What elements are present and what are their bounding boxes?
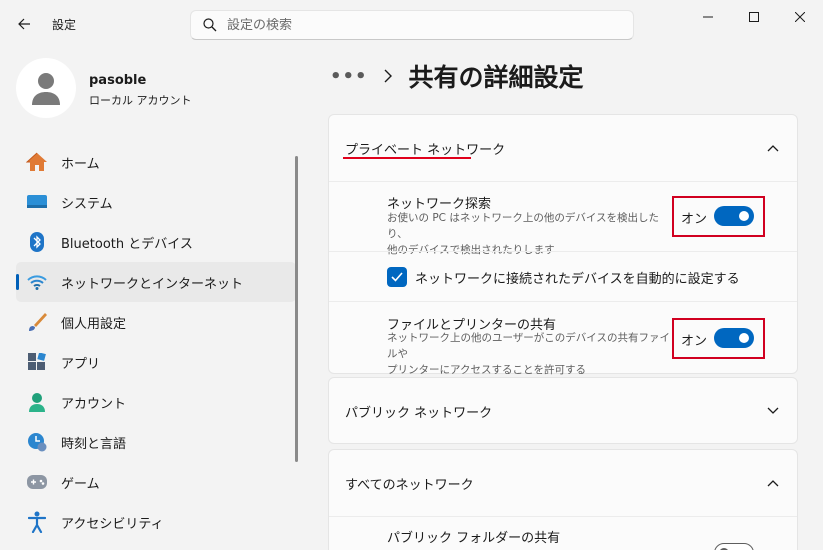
sidebar-item-label: システム [61, 196, 113, 212]
sidebar-item-accessibility[interactable]: アクセシビリティ [16, 502, 296, 542]
sidebar-item-label: アプリ [61, 356, 101, 372]
home-icon [26, 151, 48, 173]
page-title: 共有の詳細設定 [408, 63, 584, 92]
system-icon [26, 191, 48, 213]
brush-icon [26, 311, 48, 333]
toggle-knob [739, 211, 749, 221]
section-label: プライベート ネットワーク [345, 142, 506, 158]
breadcrumb-more-button[interactable]: ••• [330, 66, 368, 87]
network-icon [26, 271, 48, 293]
minimize-icon [703, 16, 713, 18]
close-icon [795, 12, 805, 22]
selection-indicator [16, 274, 19, 290]
sidebar-item-network[interactable]: ネットワークとインターネット [16, 262, 296, 302]
apps-icon [26, 351, 48, 373]
avatar [16, 58, 76, 118]
user-profile[interactable]: pasoble ローカル アカウント [16, 58, 286, 120]
auto-setup-label: ネットワークに接続されたデバイスを自動的に設定する [415, 272, 740, 287]
search-icon [203, 18, 217, 32]
sidebar-nav: ホーム システム Bluetooth とデバイス ネットワークとインターネット … [16, 142, 296, 542]
minimize-button[interactable] [685, 0, 731, 34]
sidebar-item-label: ホーム [61, 156, 100, 172]
maximize-icon [749, 12, 759, 22]
all-networks-header[interactable]: すべてのネットワーク [329, 450, 797, 516]
row-description-line: ネットワーク上の他のユーザーがこのデバイスの共有ファイルや [387, 332, 670, 360]
title-bar: 設定 [0, 0, 823, 48]
private-network-section: プライベート ネットワーク ネットワーク探索 お使いの PC はネットワーク上の… [328, 114, 798, 376]
toggle-knob [739, 333, 749, 343]
private-network-header[interactable]: プライベート ネットワーク [329, 115, 797, 181]
row-title: パブリック フォルダーの共有 [387, 531, 561, 546]
sidebar-item-label: アクセシビリティ [61, 516, 164, 532]
toggle-state-label: オン [681, 334, 708, 349]
chevron-up-icon [767, 479, 779, 487]
chevron-down-icon [767, 407, 779, 415]
game-icon [26, 471, 48, 493]
accessibility-icon [26, 511, 48, 533]
sidebar-item-personalization[interactable]: 個人用設定 [16, 302, 296, 342]
section-label: すべてのネットワーク [345, 477, 474, 493]
checkmark-icon [391, 272, 403, 282]
row-description-line: お使いの PC はネットワーク上の他のデバイスを検出したり、 [387, 212, 660, 240]
network-discovery-toggle[interactable] [714, 206, 754, 226]
public-folder-sharing-row: パブリック フォルダーの共有 [329, 516, 797, 550]
chevron-up-icon [767, 144, 779, 152]
network-discovery-row: ネットワーク探索 お使いの PC はネットワーク上の他のデバイスを検出したり、 … [329, 181, 797, 256]
back-arrow-icon [18, 18, 30, 30]
file-printer-sharing-toggle[interactable] [714, 328, 754, 348]
section-label: パブリック ネットワーク [345, 405, 493, 421]
back-button[interactable] [10, 10, 38, 38]
all-networks-section: すべてのネットワーク パブリック フォルダーの共有 [328, 449, 798, 550]
public-network-header[interactable]: パブリック ネットワーク [329, 378, 797, 444]
sidebar-item-time-language[interactable]: 時刻と言語 [16, 422, 296, 462]
close-button[interactable] [777, 0, 823, 34]
account-icon [26, 391, 48, 413]
sidebar-item-label: 個人用設定 [61, 316, 127, 332]
app-title: 設定 [52, 18, 77, 32]
time-language-icon [26, 431, 48, 453]
user-avatar-icon [32, 73, 60, 105]
breadcrumb: ••• 共有の詳細設定 [330, 58, 584, 94]
file-printer-sharing-row: ファイルとプリンターの共有 ネットワーク上の他のユーザーがこのデバイスの共有ファ… [329, 301, 797, 376]
sidebar-item-home[interactable]: ホーム [16, 142, 296, 182]
sidebar-scrollbar[interactable] [295, 156, 298, 462]
sidebar-item-label: ゲーム [61, 476, 100, 492]
public-folder-sharing-toggle[interactable] [714, 543, 754, 550]
sidebar-item-gaming[interactable]: ゲーム [16, 462, 296, 502]
maximize-button[interactable] [731, 0, 777, 34]
auto-setup-checkbox[interactable] [387, 267, 407, 287]
sidebar-item-label: 時刻と言語 [61, 436, 127, 452]
bluetooth-icon [26, 231, 48, 253]
sidebar-item-bluetooth[interactable]: Bluetooth とデバイス [16, 222, 296, 262]
profile-name: pasoble [89, 73, 147, 88]
sidebar-item-accounts[interactable]: アカウント [16, 382, 296, 422]
sidebar-item-label: ネットワークとインターネット [61, 276, 244, 292]
sidebar-item-label: アカウント [61, 396, 127, 412]
chevron-right-icon [384, 69, 393, 83]
row-description-line: プリンターにアクセスすることを許可する [387, 364, 586, 376]
search-input[interactable] [227, 17, 607, 33]
sidebar-item-label: Bluetooth とデバイス [61, 236, 193, 252]
row-description: ネットワーク上の他のユーザーがこのデバイスの共有ファイルや プリンターにアクセス… [387, 330, 677, 378]
search-box[interactable] [190, 10, 634, 40]
toggle-state-label: オン [681, 212, 708, 227]
sidebar-item-system[interactable]: システム [16, 182, 296, 222]
red-underline-annotation [343, 157, 471, 159]
auto-setup-row: ネットワークに接続されたデバイスを自動的に設定する [329, 251, 797, 301]
sidebar-item-apps[interactable]: アプリ [16, 342, 296, 382]
profile-account-type: ローカル アカウント [89, 94, 192, 107]
public-network-section[interactable]: パブリック ネットワーク [328, 377, 798, 444]
